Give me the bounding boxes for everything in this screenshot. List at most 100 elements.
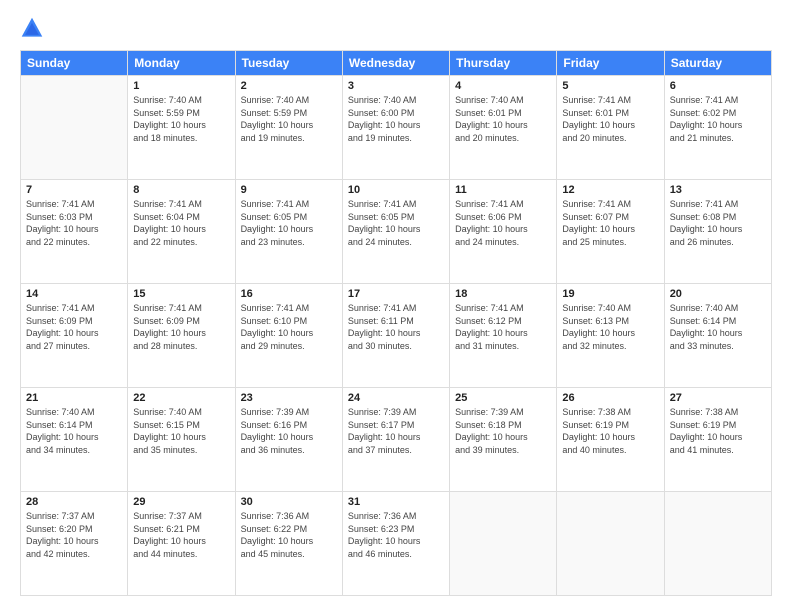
day-info: Sunrise: 7:41 AM Sunset: 6:01 PM Dayligh… — [562, 94, 658, 144]
day-number: 25 — [455, 392, 551, 404]
calendar-cell: 20 Sunrise: 7:40 AM Sunset: 6:14 PM Dayli… — [664, 284, 771, 388]
logo-icon — [20, 16, 44, 40]
day-info: Sunrise: 7:38 AM Sunset: 6:19 PM Dayligh… — [670, 406, 766, 456]
day-info: Sunrise: 7:41 AM Sunset: 6:07 PM Dayligh… — [562, 198, 658, 248]
weekday-header-cell: Tuesday — [235, 51, 342, 76]
day-number: 30 — [241, 496, 337, 508]
day-number: 18 — [455, 288, 551, 300]
day-info: Sunrise: 7:41 AM Sunset: 6:02 PM Dayligh… — [670, 94, 766, 144]
calendar-cell: 23 Sunrise: 7:39 AM Sunset: 6:16 PM Dayli… — [235, 388, 342, 492]
day-info: Sunrise: 7:41 AM Sunset: 6:08 PM Dayligh… — [670, 198, 766, 248]
calendar-cell: 3 Sunrise: 7:40 AM Sunset: 6:00 PM Daylig… — [342, 76, 449, 180]
weekday-header-cell: Friday — [557, 51, 664, 76]
calendar-cell: 27 Sunrise: 7:38 AM Sunset: 6:19 PM Dayli… — [664, 388, 771, 492]
day-number: 19 — [562, 288, 658, 300]
weekday-header-row: SundayMondayTuesdayWednesdayThursdayFrid… — [21, 51, 772, 76]
day-number: 20 — [670, 288, 766, 300]
header — [20, 16, 772, 40]
calendar-week-row: 1Sunrise: 7:40 AM Sunset: 5:59 PM Daylig… — [21, 76, 772, 180]
day-number: 29 — [133, 496, 229, 508]
calendar-table: SundayMondayTuesdayWednesdayThursdayFrid… — [20, 50, 772, 596]
day-number: 8 — [133, 184, 229, 196]
calendar-cell: 7Sunrise: 7:41 AM Sunset: 6:03 PM Daylig… — [21, 180, 128, 284]
calendar-cell: 22Sunrise: 7:40 AM Sunset: 6:15 PM Dayli… — [128, 388, 235, 492]
day-number: 22 — [133, 392, 229, 404]
day-info: Sunrise: 7:41 AM Sunset: 6:05 PM Dayligh… — [241, 198, 337, 248]
day-number: 7 — [26, 184, 122, 196]
calendar-cell: 4 Sunrise: 7:40 AM Sunset: 6:01 PM Daylig… — [450, 76, 557, 180]
calendar-week-row: 21 Sunrise: 7:40 AM Sunset: 6:14 PM Dayli… — [21, 388, 772, 492]
day-info: Sunrise: 7:40 AM Sunset: 6:14 PM Dayligh… — [26, 406, 122, 456]
day-info: Sunrise: 7:40 AM Sunset: 6:14 PM Dayligh… — [670, 302, 766, 352]
calendar-cell: 24Sunrise: 7:39 AM Sunset: 6:17 PM Dayli… — [342, 388, 449, 492]
day-number: 14 — [26, 288, 122, 300]
day-info: Sunrise: 7:36 AM Sunset: 6:23 PM Dayligh… — [348, 510, 444, 560]
day-number: 23 — [241, 392, 337, 404]
day-number: 21 — [26, 392, 122, 404]
day-info: Sunrise: 7:40 AM Sunset: 5:59 PM Dayligh… — [241, 94, 337, 144]
day-info: Sunrise: 7:41 AM Sunset: 6:04 PM Dayligh… — [133, 198, 229, 248]
day-number: 6 — [670, 80, 766, 92]
calendar-cell: 31 Sunrise: 7:36 AM Sunset: 6:23 PM Dayli… — [342, 492, 449, 596]
day-info: Sunrise: 7:41 AM Sunset: 6:06 PM Dayligh… — [455, 198, 551, 248]
calendar-cell: 17Sunrise: 7:41 AM Sunset: 6:11 PM Dayli… — [342, 284, 449, 388]
calendar-cell: 6 Sunrise: 7:41 AM Sunset: 6:02 PM Daylig… — [664, 76, 771, 180]
calendar-cell — [450, 492, 557, 596]
day-number: 10 — [348, 184, 444, 196]
day-info: Sunrise: 7:40 AM Sunset: 6:01 PM Dayligh… — [455, 94, 551, 144]
calendar-week-row: 28 Sunrise: 7:37 AM Sunset: 6:20 PM Dayli… — [21, 492, 772, 596]
day-info: Sunrise: 7:39 AM Sunset: 6:16 PM Dayligh… — [241, 406, 337, 456]
day-info: Sunrise: 7:37 AM Sunset: 6:20 PM Dayligh… — [26, 510, 122, 560]
calendar-cell — [557, 492, 664, 596]
day-info: Sunrise: 7:41 AM Sunset: 6:10 PM Dayligh… — [241, 302, 337, 352]
logo — [20, 16, 48, 40]
day-number: 31 — [348, 496, 444, 508]
day-info: Sunrise: 7:41 AM Sunset: 6:05 PM Dayligh… — [348, 198, 444, 248]
day-info: Sunrise: 7:37 AM Sunset: 6:21 PM Dayligh… — [133, 510, 229, 560]
calendar-week-row: 14 Sunrise: 7:41 AM Sunset: 6:09 PM Dayli… — [21, 284, 772, 388]
day-number: 11 — [455, 184, 551, 196]
day-info: Sunrise: 7:40 AM Sunset: 6:13 PM Dayligh… — [562, 302, 658, 352]
calendar-cell: 11 Sunrise: 7:41 AM Sunset: 6:06 PM Dayli… — [450, 180, 557, 284]
day-number: 17 — [348, 288, 444, 300]
calendar-cell: 5 Sunrise: 7:41 AM Sunset: 6:01 PM Daylig… — [557, 76, 664, 180]
calendar-cell: 16Sunrise: 7:41 AM Sunset: 6:10 PM Dayli… — [235, 284, 342, 388]
calendar-cell: 25 Sunrise: 7:39 AM Sunset: 6:18 PM Dayli… — [450, 388, 557, 492]
calendar-cell: 30 Sunrise: 7:36 AM Sunset: 6:22 PM Dayli… — [235, 492, 342, 596]
day-info: Sunrise: 7:41 AM Sunset: 6:09 PM Dayligh… — [133, 302, 229, 352]
day-info: Sunrise: 7:40 AM Sunset: 6:00 PM Dayligh… — [348, 94, 444, 144]
calendar-cell: 14Sunrise: 7:41 AM Sunset: 6:09 PM Dayli… — [21, 284, 128, 388]
weekday-header-cell: Saturday — [664, 51, 771, 76]
calendar-cell: 26 Sunrise: 7:38 AM Sunset: 6:19 PM Dayli… — [557, 388, 664, 492]
day-number: 9 — [241, 184, 337, 196]
day-number: 15 — [133, 288, 229, 300]
calendar-cell — [21, 76, 128, 180]
calendar-cell: 15 Sunrise: 7:41 AM Sunset: 6:09 PM Dayli… — [128, 284, 235, 388]
day-number: 12 — [562, 184, 658, 196]
day-number: 26 — [562, 392, 658, 404]
day-number: 2 — [241, 80, 337, 92]
day-number: 5 — [562, 80, 658, 92]
day-number: 28 — [26, 496, 122, 508]
day-number: 3 — [348, 80, 444, 92]
day-number: 27 — [670, 392, 766, 404]
calendar-cell: 1Sunrise: 7:40 AM Sunset: 5:59 PM Daylig… — [128, 76, 235, 180]
calendar-cell: 19 Sunrise: 7:40 AM Sunset: 6:13 PM Dayli… — [557, 284, 664, 388]
calendar-cell: 28 Sunrise: 7:37 AM Sunset: 6:20 PM Dayli… — [21, 492, 128, 596]
calendar-cell: 29 Sunrise: 7:37 AM Sunset: 6:21 PM Dayli… — [128, 492, 235, 596]
day-info: Sunrise: 7:40 AM Sunset: 5:59 PM Dayligh… — [133, 94, 229, 144]
weekday-header-cell: Thursday — [450, 51, 557, 76]
day-info: Sunrise: 7:39 AM Sunset: 6:18 PM Dayligh… — [455, 406, 551, 456]
calendar-cell: 18 Sunrise: 7:41 AM Sunset: 6:12 PM Dayli… — [450, 284, 557, 388]
calendar-cell: 10 Sunrise: 7:41 AM Sunset: 6:05 PM Dayli… — [342, 180, 449, 284]
day-info: Sunrise: 7:41 AM Sunset: 6:12 PM Dayligh… — [455, 302, 551, 352]
calendar-cell: 12 Sunrise: 7:41 AM Sunset: 6:07 PM Dayli… — [557, 180, 664, 284]
day-number: 13 — [670, 184, 766, 196]
calendar-page: SundayMondayTuesdayWednesdayThursdayFrid… — [0, 0, 792, 612]
calendar-cell — [664, 492, 771, 596]
day-number: 24 — [348, 392, 444, 404]
day-info: Sunrise: 7:38 AM Sunset: 6:19 PM Dayligh… — [562, 406, 658, 456]
calendar-cell: 8 Sunrise: 7:41 AM Sunset: 6:04 PM Daylig… — [128, 180, 235, 284]
day-number: 4 — [455, 80, 551, 92]
day-info: Sunrise: 7:36 AM Sunset: 6:22 PM Dayligh… — [241, 510, 337, 560]
